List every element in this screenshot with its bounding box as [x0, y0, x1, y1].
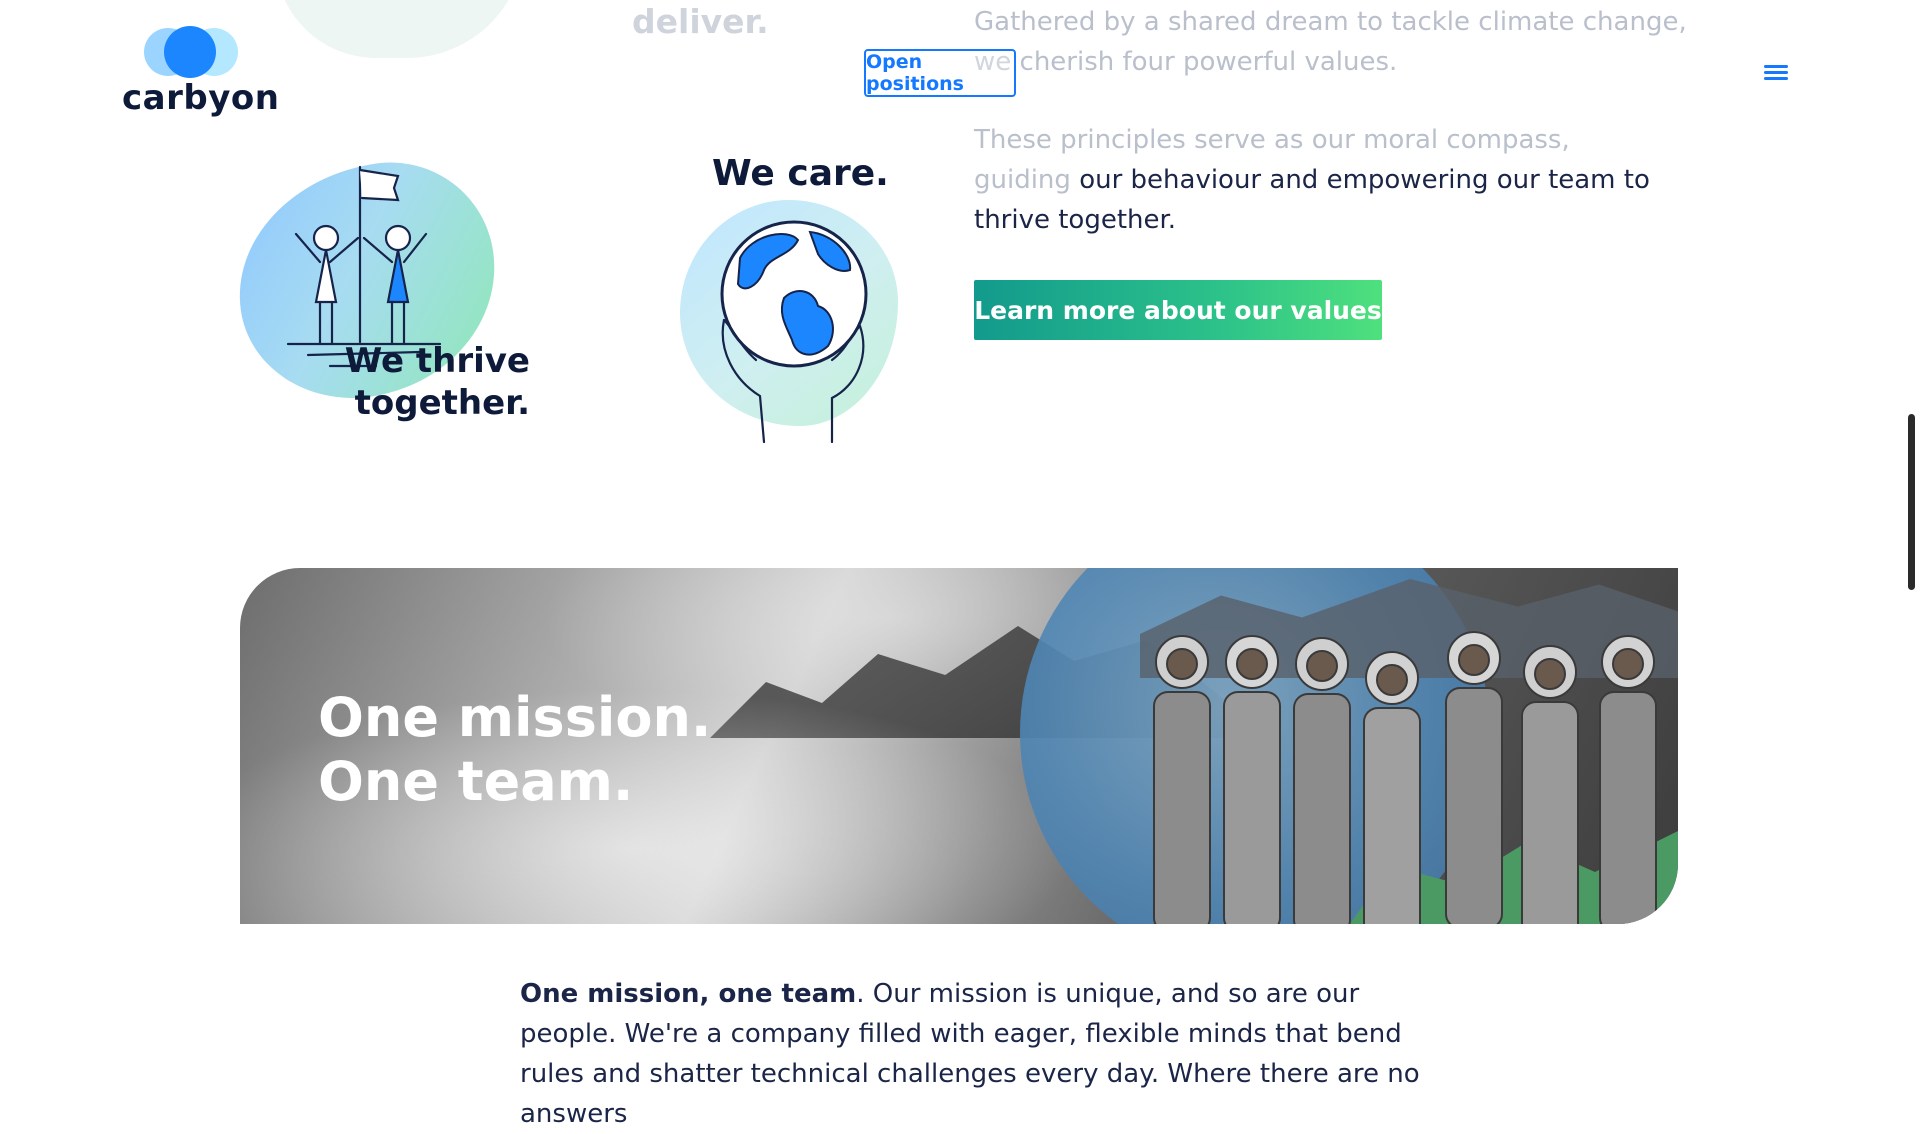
mission-paragraph-lead: One mission, one team	[520, 979, 857, 1009]
values-principles-paragraph: These principles serve as our moral comp…	[974, 120, 1674, 240]
page-scrollbar[interactable]	[1908, 414, 1915, 590]
learn-more-values-button[interactable]: Learn more about our values	[974, 280, 1382, 340]
values-intro-paragraph: Gathered by a shared dream to tackle cli…	[974, 7, 1687, 77]
hands-holding-globe-icon	[720, 220, 868, 444]
hamburger-icon[interactable]	[1764, 63, 1790, 83]
we-care-label: We care.	[712, 153, 889, 194]
thrive-together-label: We thrive together.	[344, 341, 530, 423]
paragraph-visible-part: our behaviour and empowering our team to…	[974, 165, 1650, 235]
mission-banner: One mission. One team.	[240, 568, 1678, 924]
logo-wordmark: carbyon	[122, 78, 280, 118]
faded-illustration	[275, 0, 525, 58]
astronauts-image	[1153, 631, 1657, 924]
banner-title: One mission. One team.	[318, 686, 711, 814]
banner-title-line2: One team.	[318, 750, 634, 813]
open-positions-button[interactable]: Open positions	[864, 49, 1016, 97]
banner-title-line1: One mission.	[318, 686, 712, 749]
carbyon-logo[interactable]: carbyon	[122, 26, 279, 122]
faded-heading: deliver.	[632, 2, 769, 41]
mission-paragraph: One mission, one team. Our mission is un…	[520, 974, 1420, 1134]
logo-mark-icon	[144, 26, 244, 78]
